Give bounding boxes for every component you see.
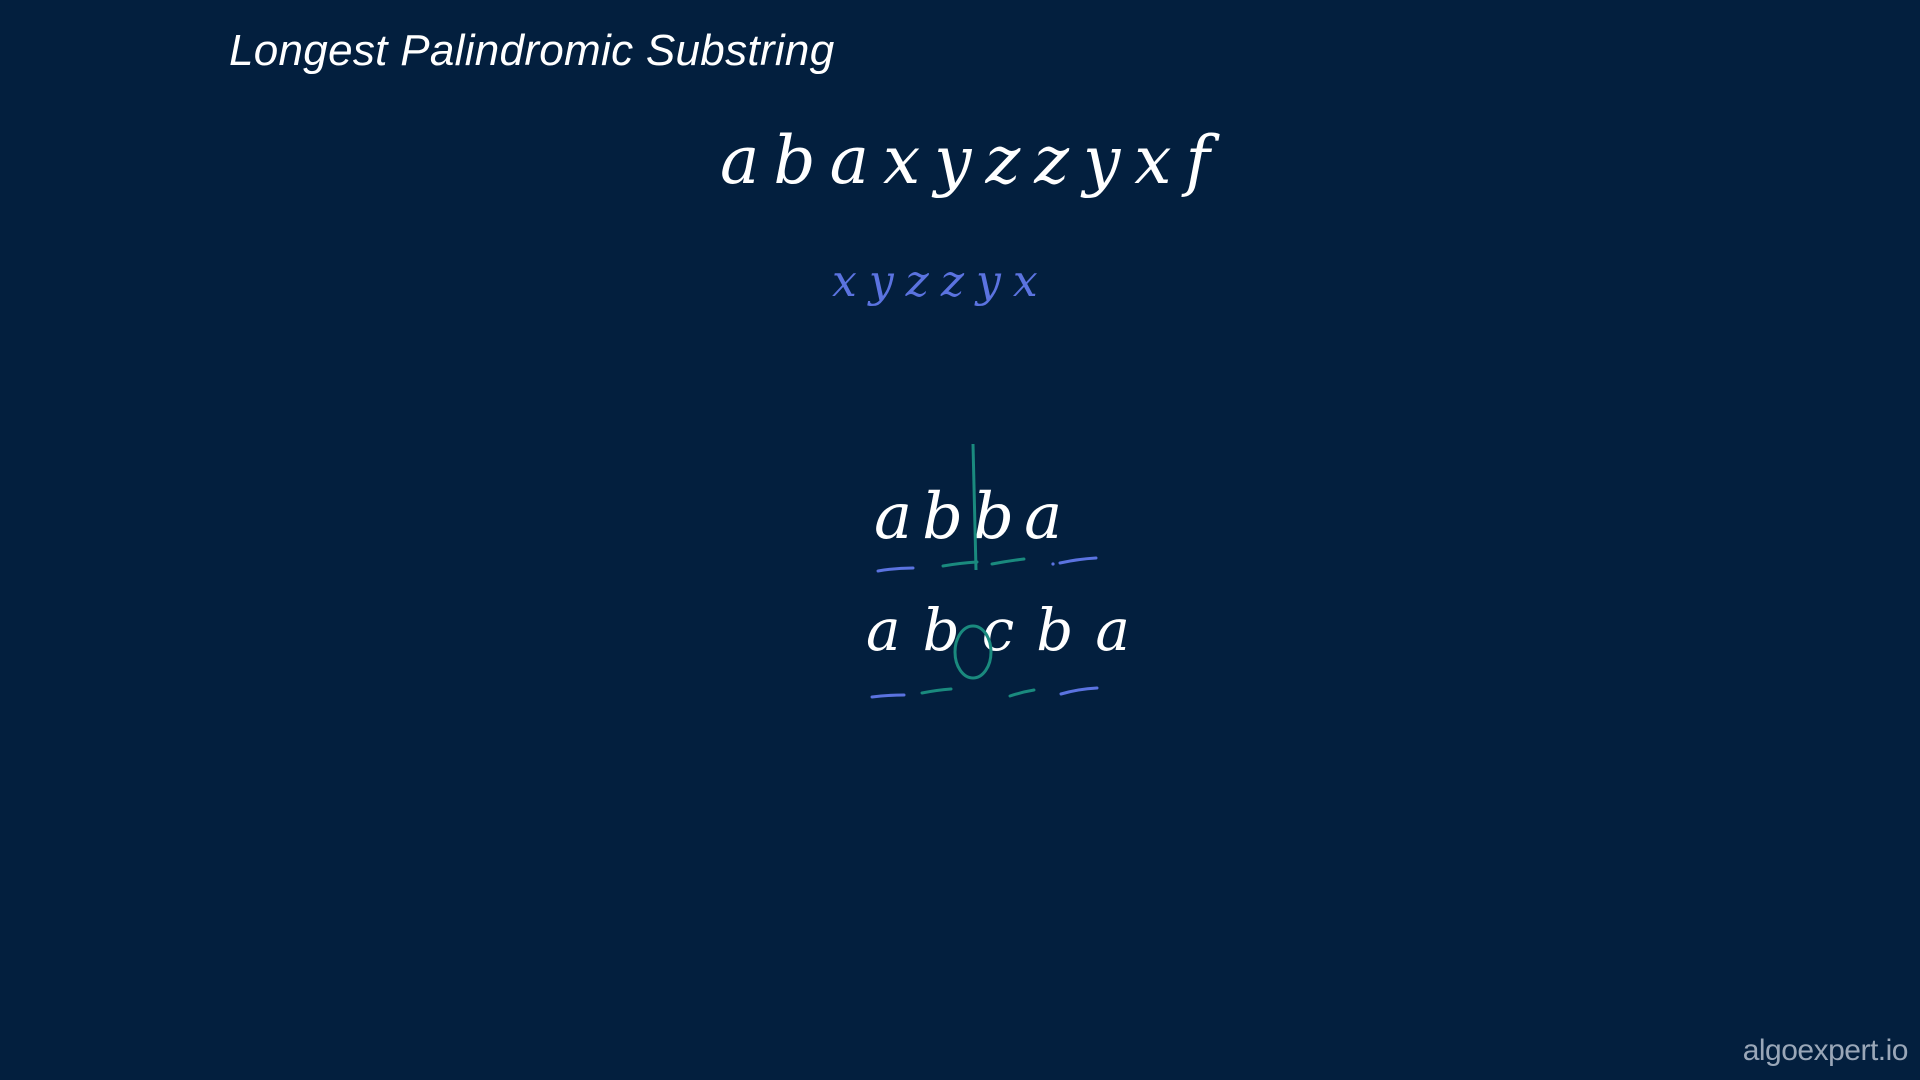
underline-abba-a-left xyxy=(876,566,915,573)
center-circle xyxy=(953,624,993,680)
underline-abcba-a-right xyxy=(1059,686,1099,696)
underline-abcba-a-left xyxy=(870,693,906,699)
underline-abcba-b-right xyxy=(1008,688,1036,698)
center-divider-line xyxy=(971,443,978,571)
underline-abba-a-right xyxy=(1058,556,1098,565)
underline-abba-dot xyxy=(1051,562,1055,566)
watermark-logo-text: algoexpert.io xyxy=(1742,1034,1909,1067)
underline-abcba-b-left xyxy=(920,687,953,695)
annotation-marks xyxy=(870,443,1099,699)
underline-abba-b-right xyxy=(990,557,1026,566)
slide-canvas: Longest Palindromic Substring abaxyzzyxf… xyxy=(0,0,1920,1080)
underline-abba-b-left xyxy=(941,560,979,568)
